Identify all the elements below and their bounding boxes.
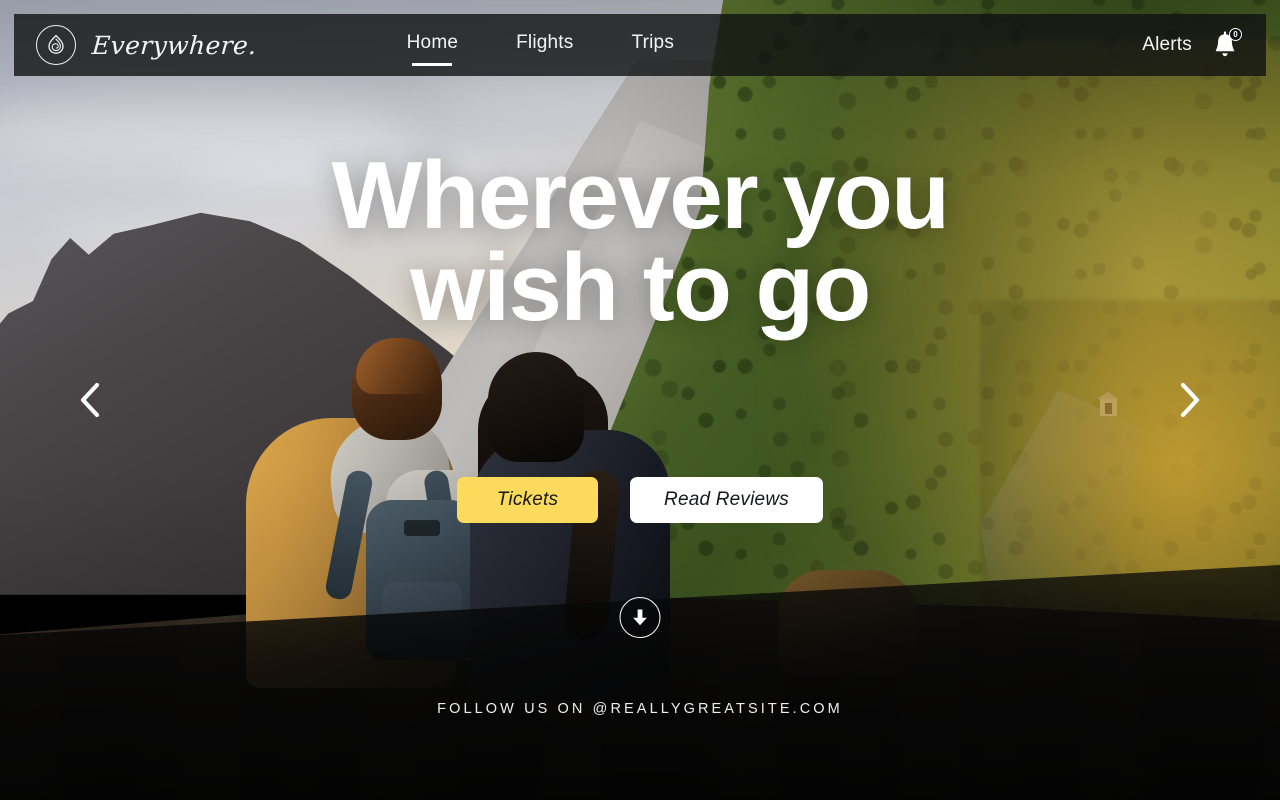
hero-title-line-1: Wherever you (331, 142, 950, 249)
read-reviews-button[interactable]: Read Reviews (630, 477, 823, 523)
nav-item-home[interactable]: Home (407, 32, 458, 58)
alerts-label[interactable]: Alerts (1142, 34, 1192, 56)
hero-title-line-2: wish to go (410, 234, 871, 342)
chevron-left-icon (80, 382, 100, 418)
tickets-button[interactable]: Tickets (457, 477, 598, 523)
primary-nav: Home Flights Trips (407, 32, 674, 58)
cta-row: Tickets Read Reviews (0, 477, 1280, 523)
alerts-badge: 0 (1229, 28, 1242, 41)
brand-name: Everywhere. (90, 30, 258, 60)
nav-item-trips[interactable]: Trips (632, 32, 675, 58)
droplet-spiral-logo-icon (36, 25, 76, 65)
carousel-prev-button[interactable] (68, 378, 112, 422)
header-right: Alerts 0 (1142, 28, 1242, 61)
scroll-down-button[interactable] (619, 597, 661, 638)
bell-icon[interactable]: 0 (1210, 28, 1242, 61)
carousel-next-button[interactable] (1168, 378, 1212, 422)
footer: FOLLOW US ON @REALLYGREATSITE.COM (0, 700, 1280, 718)
page-title: Wherever you wish to go (320, 142, 960, 342)
arrow-down-icon (633, 609, 647, 626)
chevron-right-icon (1180, 382, 1200, 418)
social-handle-text: FOLLOW US ON @REALLYGREATSITE.COM (437, 701, 843, 717)
hero-background-photo (0, 0, 1280, 800)
brand[interactable]: Everywhere. (36, 25, 258, 65)
site-header: Everywhere. Home Flights Trips Alerts 0 (14, 14, 1266, 76)
hero-section: Wherever you wish to go (0, 142, 1280, 342)
landing-page: Everywhere. Home Flights Trips Alerts 0 … (0, 0, 1280, 800)
nav-item-flights[interactable]: Flights (516, 32, 573, 58)
